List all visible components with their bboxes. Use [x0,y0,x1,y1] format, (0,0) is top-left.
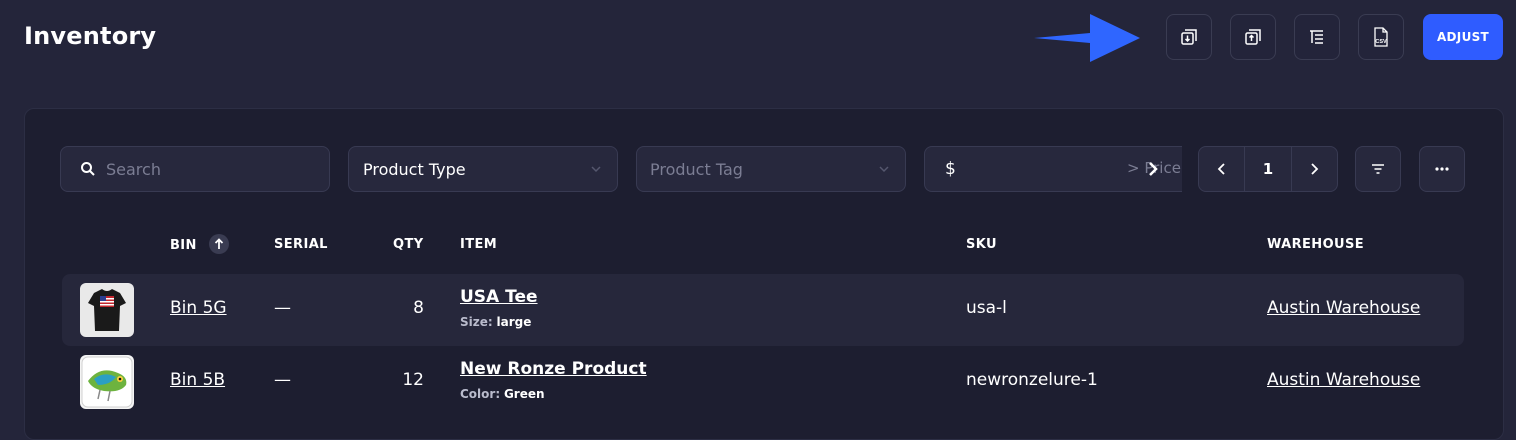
variant-value: large [496,315,532,329]
table-row[interactable]: Bin 5G — 8 USA Tee Size: large usa-l Aus… [62,274,1464,346]
chevron-down-icon [879,166,889,173]
item-variant: Size: large [460,315,531,329]
chevron-down-icon [591,166,601,173]
product-thumbnail [80,283,134,337]
chevron-left-icon [1217,163,1225,175]
search-input[interactable]: Search [106,160,161,179]
pagination: 1 [1198,146,1338,192]
product-thumbnail [80,355,134,409]
warehouse-link[interactable]: Austin Warehouse [1267,370,1420,390]
pointer-arrow-icon [1034,14,1140,62]
serial-value: — [274,298,291,318]
search-field[interactable]: Search [60,146,330,192]
serial-value: — [274,370,291,390]
sort-ascending-icon[interactable] [208,234,229,254]
sku-value: newronzelure-1 [966,370,1098,390]
export-icon [1245,29,1261,45]
column-header-serial: SERIAL [274,237,328,252]
price-filter[interactable]: $ > Price [924,146,1182,192]
columns-icon [1310,30,1323,44]
product-type-label: Product Type [363,159,466,179]
column-header-bin[interactable]: BIN [170,234,229,254]
variant-label: Size: [460,315,493,329]
chevron-right-icon[interactable] [1145,160,1161,178]
csv-button[interactable]: CSV [1358,14,1404,60]
item-link[interactable]: USA Tee [460,287,538,307]
csv-icon: CSV [1374,27,1388,47]
csv-icon-text: CSV [1375,39,1387,45]
variant-value: Green [503,387,545,401]
bin-link[interactable]: Bin 5B [170,370,225,390]
search-icon [81,162,95,176]
filter-icon [1372,164,1384,174]
more-horizontal-icon [1435,167,1449,171]
filter-button[interactable] [1355,146,1401,192]
current-page: 1 [1262,160,1274,178]
variant-label: Color: [460,387,501,401]
product-tag-select[interactable]: Product Tag [636,146,906,192]
bin-link[interactable]: Bin 5G [170,298,227,318]
more-options-button[interactable] [1419,146,1465,192]
page-title: Inventory [24,22,157,50]
column-header-sku: SKU [966,237,997,252]
export-button[interactable] [1230,14,1276,60]
price-prefix: $ [945,159,956,179]
column-header-qty: QTY [393,237,424,252]
product-tag-label: Product Tag [650,159,743,179]
qty-value: 12 [402,370,424,390]
next-page-button[interactable] [1290,147,1337,191]
column-header-warehouse: WAREHOUSE [1267,237,1365,252]
table-row[interactable]: Bin 5B — 12 New Ronze Product Color: Gre… [62,346,1464,418]
column-header-bin-label: BIN [170,238,197,253]
columns-button[interactable] [1294,14,1340,60]
product-type-select[interactable]: Product Type [348,146,618,192]
warehouse-link[interactable]: Austin Warehouse [1267,298,1420,318]
prev-page-button[interactable] [1199,147,1246,191]
sku-value: usa-l [966,298,1007,318]
chevron-right-icon [1311,163,1319,175]
column-header-item: ITEM [460,237,498,252]
import-button[interactable] [1166,14,1212,60]
import-icon [1181,29,1197,45]
item-link[interactable]: New Ronze Product [460,359,647,379]
adjust-button[interactable]: ADJUST [1423,14,1503,60]
qty-value: 8 [413,298,424,318]
item-variant: Color: Green [460,387,545,401]
